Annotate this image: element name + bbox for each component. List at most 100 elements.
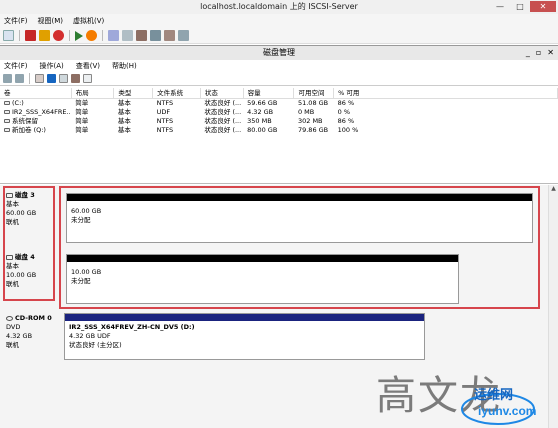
table-row[interactable]: IR2_SSS_X64FRE... 简单 基本 UDF 状态良好 (... 4.… (0, 108, 558, 117)
cdrom-partition[interactable]: IR2_SSS_X64FREV_ZH-CN_DV5 (D:) 4.32 GB U… (64, 313, 425, 360)
table-cell: 302 MB (297, 117, 323, 125)
table-cell: 100 % (337, 126, 359, 134)
partitions-highlight (59, 186, 540, 309)
stop-icon[interactable] (25, 30, 36, 41)
toolbar-separator (102, 30, 103, 41)
scroll-up-icon[interactable]: ▲ (549, 185, 558, 192)
close-icon[interactable]: ✕ (530, 1, 556, 12)
table-cell: 86 % (337, 99, 355, 107)
minimize-icon[interactable]: — (490, 1, 510, 12)
table-cell: 基本 (117, 99, 131, 107)
vm-title-text: localhost.localdomain 上的 ISCSI-Server (200, 2, 358, 11)
console-tree-icon[interactable] (35, 74, 44, 83)
column-header[interactable]: 文件系统 (152, 88, 201, 99)
pause-icon[interactable] (39, 30, 50, 41)
volume-name: (C:) (12, 99, 24, 107)
table-cell: 简单 (75, 99, 89, 107)
volume-name-cell: 系统保留 (0, 117, 71, 126)
table-row[interactable]: 新加卷 (Q:) 简单 基本 NTFS 状态良好 (... 80.00 GB 7… (0, 126, 558, 135)
disk-labels-highlight (3, 186, 55, 301)
table-cell: 简单 (75, 108, 89, 116)
volume-name-cell: (C:) (0, 99, 71, 109)
folder-icon[interactable] (71, 74, 80, 83)
forward-arrow-icon[interactable] (15, 74, 24, 83)
table-cell: 状态良好 (... (204, 108, 242, 116)
table-cell: 状态良好 (... (204, 99, 242, 107)
table-cell: 80.00 GB (247, 126, 278, 134)
vm-window-controls: — □ ✕ (490, 1, 556, 12)
enhanced-session-icon[interactable] (178, 30, 189, 41)
column-header[interactable]: 可用空间 (293, 88, 335, 99)
ctrl-alt-del-icon[interactable] (3, 30, 14, 41)
toolbar-separator (69, 30, 70, 41)
cdrom-size: 4.32 GB (6, 332, 33, 340)
volume-icon (4, 128, 10, 132)
cdrom-type: DVD (6, 323, 21, 331)
column-header[interactable]: 容量 (243, 88, 295, 99)
mmc-menubar: 文件(F) 操作(A) 查看(V) 帮助(H) (0, 60, 558, 72)
shutdown-icon[interactable] (53, 30, 64, 41)
vm-menu-view[interactable]: 视图(M) (38, 14, 64, 28)
mmc-window-controls: _ ▫ ✕ (526, 46, 554, 60)
help-icon[interactable] (47, 74, 56, 83)
mmc-menu-action[interactable]: 操作(A) (40, 60, 64, 72)
partition-status: 状态良好 (主分区) (69, 341, 122, 349)
table-cell: NTFS (156, 126, 174, 134)
maximize-icon[interactable]: □ (510, 1, 530, 12)
share-icon[interactable] (164, 30, 175, 41)
mmc-menu-file[interactable]: 文件(F) (4, 60, 28, 72)
volume-name: 系统保留 (12, 117, 38, 125)
revert-icon[interactable] (122, 30, 133, 41)
toolbar-separator (19, 30, 20, 41)
cdrom-icon (6, 315, 13, 321)
table-row[interactable]: (C:) 简单 基本 NTFS 状态良好 (... 59.66 GB 51.08… (0, 99, 558, 109)
volume-name-cell: 新加卷 (Q:) (0, 126, 71, 135)
checkpoint-icon[interactable] (108, 30, 119, 41)
mmc-close-icon[interactable]: ✕ (547, 46, 554, 60)
vm-window-title: localhost.localdomain 上的 ISCSI-Server — … (0, 0, 558, 14)
table-cell: 状态良好 (... (204, 126, 242, 134)
vm-menu-file[interactable]: 文件(F) (4, 14, 28, 28)
volume-list: 卷 布局 类型 文件系统 状态 容量 可用空间 % 可用 (C:) 简单 基本 … (0, 88, 558, 135)
column-header[interactable]: 类型 (113, 88, 154, 99)
column-header[interactable]: % 可用 (333, 88, 558, 99)
cdrom-0-label[interactable]: CD-ROM 0 DVD 4.32 GB 联机 (6, 314, 62, 350)
media-icon[interactable] (136, 30, 147, 41)
column-header[interactable]: 状态 (200, 88, 244, 99)
cdrom-name: CD-ROM 0 (15, 314, 52, 322)
table-cell: 基本 (117, 108, 131, 116)
watermark-site-name: 运维网 (474, 387, 514, 402)
vm-menu-vm[interactable]: 虚拟机(V) (73, 14, 104, 28)
column-header[interactable]: 布局 (71, 88, 115, 99)
table-cell: 基本 (117, 126, 131, 134)
table-cell: NTFS (156, 99, 174, 107)
cdrom-name-row: CD-ROM 0 (6, 314, 62, 323)
table-cell: 简单 (75, 117, 89, 125)
mmc-window-title: 磁盘管理 _ ▫ ✕ (0, 45, 558, 60)
reset-icon[interactable] (86, 30, 97, 41)
volume-list-blank-area (0, 140, 558, 184)
table-cell: 59.66 GB (247, 99, 278, 107)
properties-icon[interactable] (59, 74, 68, 83)
mmc-minimize-icon[interactable]: _ (526, 46, 530, 60)
cdrom-status: 联机 (6, 341, 19, 349)
watermark-url: iyunv.com (478, 404, 537, 418)
table-row[interactable]: 系统保留 简单 基本 NTFS 状态良好 (... 350 MB 302 MB … (0, 117, 558, 126)
list-view-icon[interactable] (83, 74, 92, 83)
volume-list-header: 卷 布局 类型 文件系统 状态 容量 可用空间 % 可用 (0, 88, 558, 99)
table-cell: 86 % (337, 117, 355, 125)
start-icon[interactable] (75, 30, 83, 41)
back-arrow-icon[interactable] (3, 74, 12, 83)
partition-size: 4.32 GB UDF (69, 332, 111, 340)
column-header[interactable]: 卷 (0, 88, 72, 99)
volume-name: 新加卷 (Q:) (12, 126, 46, 134)
mmc-menu-view[interactable]: 查看(V) (76, 60, 100, 72)
table-cell: 基本 (117, 117, 131, 125)
table-cell: 简单 (75, 126, 89, 134)
mmc-restore-icon[interactable]: ▫ (536, 46, 541, 60)
settings-icon[interactable] (150, 30, 161, 41)
table-cell: 79.86 GB (297, 126, 329, 134)
volume-name-cell: IR2_SSS_X64FRE... (0, 108, 71, 117)
toolbar-separator (29, 73, 30, 84)
mmc-menu-help[interactable]: 帮助(H) (112, 60, 137, 72)
